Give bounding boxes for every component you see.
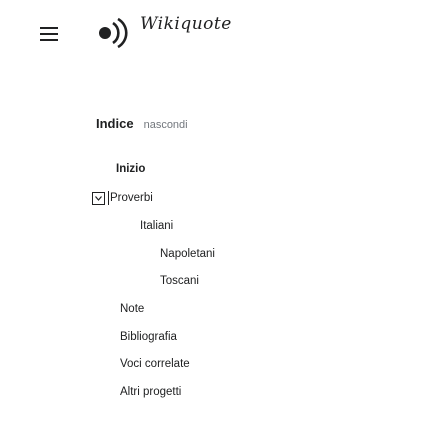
hamburger-menu-icon[interactable]	[40, 27, 58, 41]
toc-item-voci-correlate[interactable]: Voci correlate	[120, 358, 190, 370]
toc-item-altri-progetti[interactable]: Altri progetti	[120, 386, 181, 398]
toc-item-toscani[interactable]: Toscani	[160, 275, 199, 287]
site-wordmark[interactable]: Wikiquote	[140, 14, 232, 34]
chevron-down-icon	[95, 196, 102, 201]
active-section-marker	[108, 191, 109, 205]
toc-title: Indice	[96, 116, 134, 131]
toc-item-note[interactable]: Note	[120, 303, 144, 315]
toc-item-proverbi[interactable]: Proverbi	[110, 192, 153, 204]
radio-waves-logo-icon[interactable]	[96, 16, 130, 50]
toc-toggle-proverbi[interactable]	[92, 192, 105, 205]
toc-item-inizio[interactable]: Inizio	[116, 163, 145, 175]
toc-hide-button[interactable]: nascondi	[144, 119, 188, 131]
toc-item-napoletani[interactable]: Napoletani	[160, 248, 215, 260]
toc-item-bibliografia[interactable]: Bibliografia	[120, 331, 177, 343]
toc-header: Indice nascondi	[96, 116, 188, 131]
toc-item-italiani[interactable]: Italiani	[140, 220, 173, 232]
page: Wikiquote Indice nascondi Inizio Proverb…	[0, 0, 448, 448]
